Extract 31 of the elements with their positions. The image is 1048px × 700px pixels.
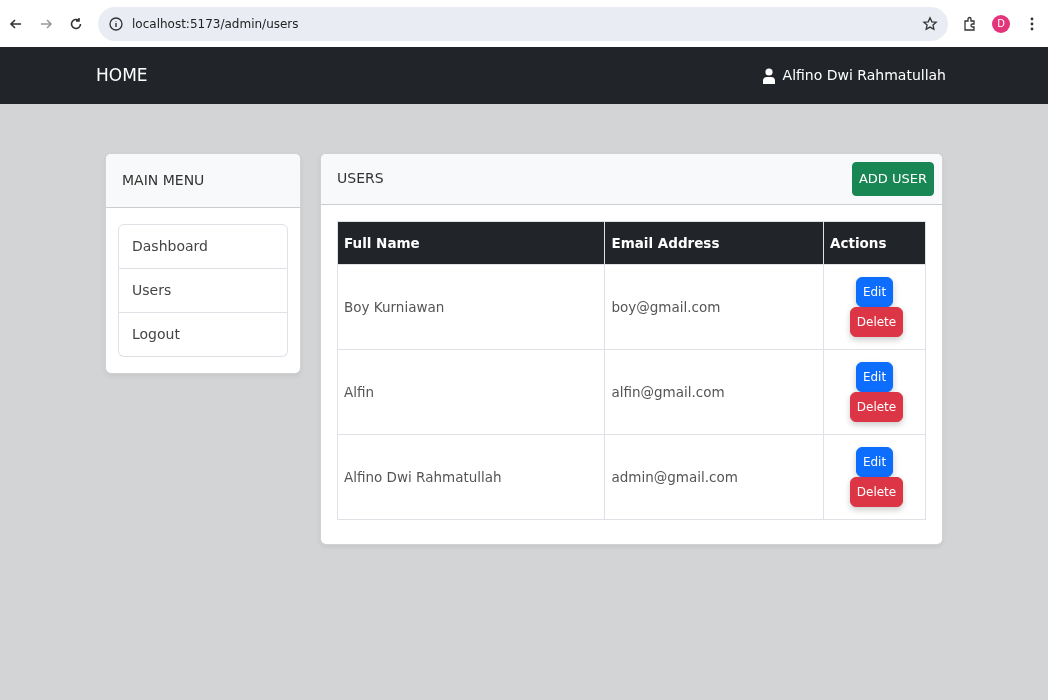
card-title: USERS <box>337 169 384 189</box>
card-title: MAIN MENU <box>106 154 300 208</box>
table-cell: boy@gmail.com <box>604 264 824 350</box>
menu-item[interactable]: Logout <box>118 313 288 357</box>
delete-button[interactable]: Delete <box>849 306 904 337</box>
address-bar[interactable]: localhost:5173/admin/users <box>98 6 948 41</box>
delete-button[interactable]: Delete <box>849 391 904 422</box>
user-name: Alfino Dwi Rahmatullah <box>782 66 946 85</box>
profile-avatar[interactable]: D <box>992 14 1010 33</box>
menu-item[interactable]: Dashboard <box>118 224 288 269</box>
table-cell: admin@gmail.com <box>604 434 824 520</box>
user-icon <box>762 67 775 84</box>
edit-button[interactable]: Edit <box>855 361 894 392</box>
url-text: localhost:5173/admin/users <box>132 15 300 33</box>
delete-button[interactable]: Delete <box>849 476 904 507</box>
column-header: Full Name <box>337 221 605 265</box>
home-link[interactable]: HOME <box>96 62 148 89</box>
table-cell: Alfin <box>337 349 605 435</box>
table-cell: alfin@gmail.com <box>604 349 824 435</box>
column-header: Email Address <box>604 221 824 265</box>
reload-icon[interactable] <box>68 15 84 32</box>
table-cell: Alfino Dwi Rahmatullah <box>337 434 605 520</box>
info-icon[interactable] <box>108 15 124 32</box>
edit-button[interactable]: Edit <box>855 276 894 307</box>
add-user-button[interactable]: ADD USER <box>851 162 934 196</box>
menu-item[interactable]: Users <box>118 269 288 313</box>
extensions-icon[interactable] <box>962 15 978 32</box>
star-icon[interactable] <box>922 15 938 32</box>
column-header: Actions <box>823 221 926 265</box>
table-cell: Boy Kurniawan <box>337 264 605 350</box>
edit-button[interactable]: Edit <box>855 446 894 477</box>
